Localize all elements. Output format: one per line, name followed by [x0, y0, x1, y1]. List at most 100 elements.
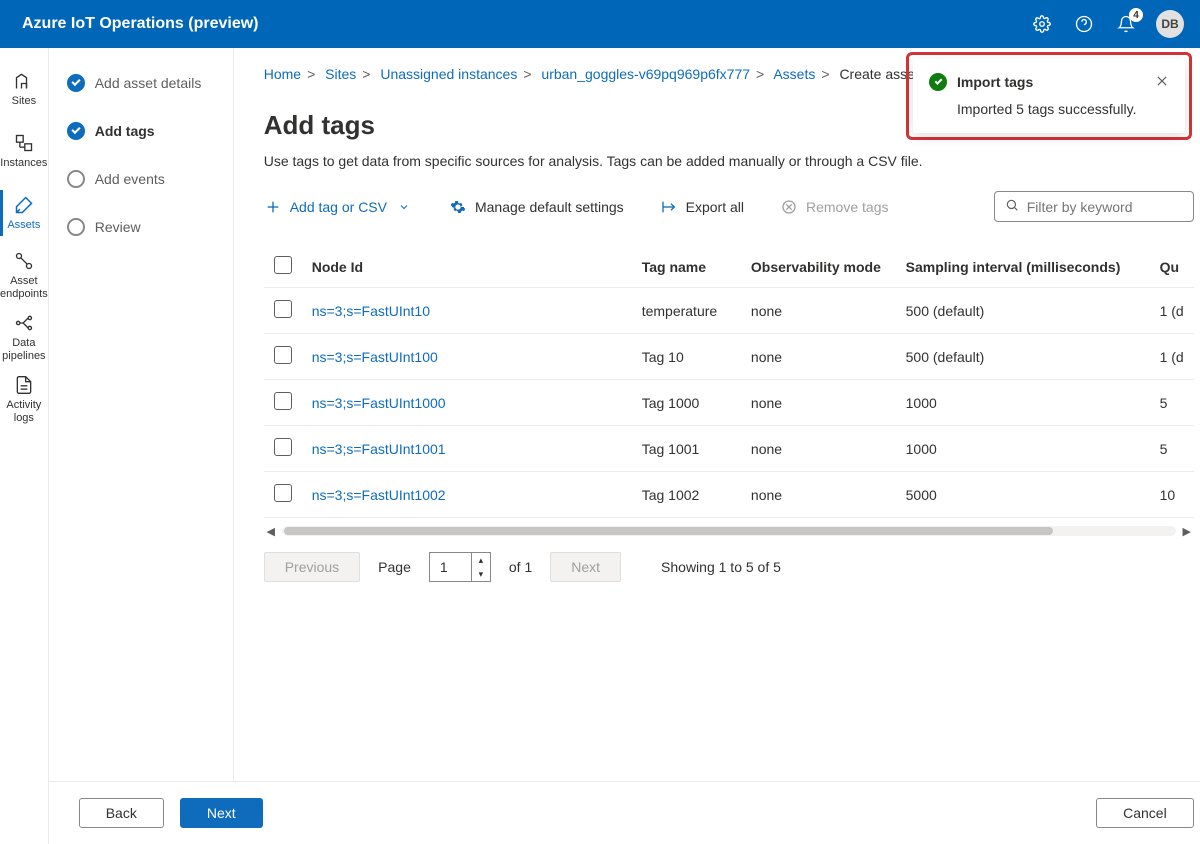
scroll-thumb[interactable]	[284, 527, 1053, 535]
rail-item-sites[interactable]: Sites	[0, 58, 48, 120]
cell-sampling: 500 (default)	[896, 288, 1150, 334]
logs-icon	[13, 374, 35, 396]
cell-queue: 5	[1150, 426, 1194, 472]
assets-icon	[13, 194, 35, 216]
export-icon	[660, 198, 678, 216]
cell-queue: 5	[1150, 380, 1194, 426]
prev-page-button: Previous	[264, 552, 360, 582]
sites-icon	[13, 70, 35, 92]
col-tag-name[interactable]: Tag name	[632, 246, 741, 288]
step-active-icon	[67, 122, 85, 140]
filter-input[interactable]	[1027, 199, 1183, 215]
settings-icon[interactable]	[1030, 12, 1054, 36]
node-id-link[interactable]: ns=3;s=FastUInt1000	[312, 395, 446, 411]
cell-observability: none	[741, 334, 896, 380]
rail-item-activity-logs[interactable]: Activity logs	[0, 368, 48, 430]
col-node-id[interactable]: Node Id	[302, 246, 632, 288]
back-button[interactable]: Back	[79, 798, 164, 828]
cell-tag-name: Tag 1000	[632, 380, 741, 426]
rail-label: Assets	[7, 219, 40, 232]
add-tag-button[interactable]: Add tag or CSV	[264, 198, 413, 216]
rail-item-data-pipelines[interactable]: Data pipelines	[0, 306, 48, 368]
help-icon[interactable]	[1072, 12, 1096, 36]
scroll-left-icon[interactable]: ◀	[264, 525, 278, 538]
breadcrumb-link[interactable]: urban_goggles-v69pq969p6fx777	[541, 66, 750, 82]
step-add-tags[interactable]: Add tags	[67, 122, 219, 140]
page-number-input[interactable]: 1 ▴▾	[429, 552, 491, 582]
step-asset-details[interactable]: Add asset details	[67, 74, 219, 92]
col-observability[interactable]: Observability mode	[741, 246, 896, 288]
cell-sampling: 500 (default)	[896, 334, 1150, 380]
step-add-events[interactable]: Add events	[67, 170, 219, 188]
node-id-link[interactable]: ns=3;s=FastUInt1001	[312, 441, 446, 457]
node-id-link[interactable]: ns=3;s=FastUInt10	[312, 303, 430, 319]
row-checkbox[interactable]	[274, 438, 292, 456]
cancel-button[interactable]: Cancel	[1096, 798, 1194, 828]
pagination: Previous Page 1 ▴▾ of 1 Next Showing 1 t…	[264, 552, 1194, 582]
node-id-link[interactable]: ns=3;s=FastUInt100	[312, 349, 438, 365]
toolbar: Add tag or CSV Manage default settings E…	[264, 191, 1194, 222]
cell-tag-name: Tag 1001	[632, 426, 741, 472]
table-row: ns=3;s=FastUInt1000 Tag 1000 none 1000 5	[264, 380, 1194, 426]
page-down-icon[interactable]: ▾	[472, 567, 490, 581]
pipelines-icon	[13, 312, 35, 334]
cell-observability: none	[741, 426, 896, 472]
page-value: 1	[430, 559, 471, 575]
notification-badge: 4	[1129, 8, 1143, 22]
cell-observability: none	[741, 288, 896, 334]
page-of-label: of 1	[509, 559, 532, 575]
page-up-icon[interactable]: ▴	[472, 553, 490, 567]
select-all-checkbox[interactable]	[274, 256, 292, 274]
top-bar: Azure IoT Operations (preview) 4 DB	[0, 0, 1200, 48]
row-checkbox[interactable]	[274, 484, 292, 502]
cell-sampling: 1000	[896, 426, 1150, 472]
remove-tags-button: Remove tags	[780, 198, 888, 216]
table-row: ns=3;s=FastUInt10 temperature none 500 (…	[264, 288, 1194, 334]
rail-item-assets[interactable]: Assets	[0, 182, 48, 244]
cell-observability: none	[741, 472, 896, 518]
rail-item-instances[interactable]: Instances	[0, 120, 48, 182]
scroll-right-icon[interactable]: ▶	[1180, 525, 1194, 538]
step-label: Add events	[95, 171, 165, 187]
cell-tag-name: Tag 10	[632, 334, 741, 380]
gear-icon	[449, 198, 467, 216]
row-checkbox[interactable]	[274, 392, 292, 410]
toast-title: Import tags	[957, 74, 1033, 90]
toolbar-label: Add tag or CSV	[290, 199, 387, 215]
col-sampling[interactable]: Sampling interval (milliseconds)	[896, 246, 1150, 288]
manage-settings-button[interactable]: Manage default settings	[449, 198, 624, 216]
step-review[interactable]: Review	[67, 218, 219, 236]
cell-tag-name: Tag 1002	[632, 472, 741, 518]
filter-input-container[interactable]	[994, 191, 1194, 222]
rail-item-asset-endpoints[interactable]: Asset endpoints	[0, 244, 48, 306]
breadcrumb-link[interactable]: Sites	[325, 66, 356, 82]
horizontal-scrollbar[interactable]: ◀ ▶	[264, 524, 1194, 538]
next-button[interactable]: Next	[180, 798, 263, 828]
row-checkbox[interactable]	[274, 346, 292, 364]
cell-sampling: 5000	[896, 472, 1150, 518]
import-toast: Import tags Imported 5 tags successfully…	[913, 59, 1185, 133]
cell-queue: 1 (d	[1150, 334, 1194, 380]
plus-icon	[264, 198, 282, 216]
close-icon[interactable]	[1155, 74, 1169, 91]
scroll-track[interactable]	[282, 526, 1176, 536]
table-row: ns=3;s=FastUInt100 Tag 10 none 500 (defa…	[264, 334, 1194, 380]
node-id-link[interactable]: ns=3;s=FastUInt1002	[312, 487, 446, 503]
breadcrumb-link[interactable]: Assets	[773, 66, 815, 82]
toolbar-label: Export all	[686, 199, 744, 215]
export-all-button[interactable]: Export all	[660, 198, 744, 216]
cell-queue: 10	[1150, 472, 1194, 518]
endpoints-icon	[13, 250, 35, 272]
col-queue[interactable]: Qu	[1150, 246, 1194, 288]
product-title: Azure IoT Operations (preview)	[22, 15, 1030, 33]
avatar[interactable]: DB	[1156, 10, 1184, 38]
toast-body: Imported 5 tags successfully.	[929, 101, 1169, 117]
breadcrumb-link[interactable]: Unassigned instances	[380, 66, 517, 82]
nav-rail: Sites Instances Assets Asset endpoints D…	[0, 48, 49, 844]
success-icon	[929, 73, 947, 91]
row-checkbox[interactable]	[274, 300, 292, 318]
breadcrumb-link[interactable]: Home	[264, 66, 301, 82]
toolbar-label: Manage default settings	[475, 199, 624, 215]
step-label: Add tags	[95, 123, 155, 139]
notifications-icon[interactable]: 4	[1114, 12, 1138, 36]
